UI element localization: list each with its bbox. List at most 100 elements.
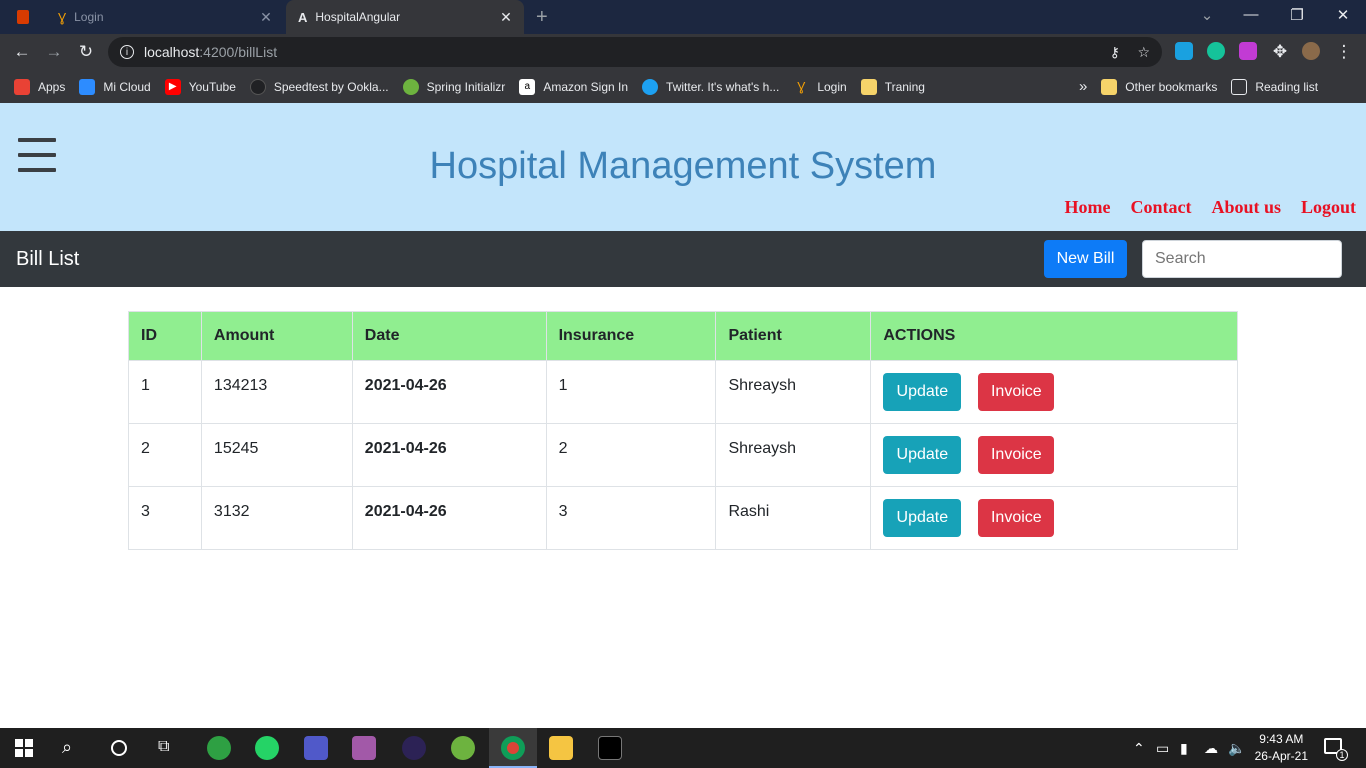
task-view-icon[interactable]: ⧉ — [158, 738, 169, 756]
tab-office[interactable] — [0, 0, 46, 34]
cell-insurance: 3 — [545, 486, 717, 550]
bookmark-mi-cloud[interactable]: Mi Cloud — [79, 78, 151, 95]
login-favicon-icon: Ɣ — [58, 9, 67, 25]
maps-app-icon[interactable] — [207, 736, 231, 760]
battery-icon[interactable]: ▮ — [1180, 740, 1188, 757]
bookmark-login[interactable]: Ɣ Login — [793, 79, 846, 95]
new-tab-button[interactable]: + — [536, 6, 548, 29]
cell-insurance: 2 — [545, 423, 717, 487]
windows-start-icon[interactable] — [15, 739, 33, 757]
search-icon[interactable]: ⌕ — [62, 737, 72, 758]
update-button[interactable]: Update — [883, 373, 962, 411]
menu-dots-icon[interactable]: ⋮ — [1332, 42, 1356, 62]
close-icon[interactable]: ✕ — [256, 9, 276, 26]
reading-list-button[interactable]: Reading list — [1231, 78, 1318, 95]
bookmark-youtube[interactable]: ▶ YouTube — [164, 78, 236, 95]
puzzle-icon[interactable]: ✥ — [1268, 42, 1292, 62]
bookmark-traning[interactable]: Traning — [860, 78, 925, 95]
search-input[interactable] — [1142, 240, 1342, 278]
page-title: Hospital Management System — [429, 145, 937, 187]
table-header-row: ID Amount Date Insurance Patient ACTIONS — [128, 311, 1238, 361]
tab-login[interactable]: Ɣ Login ✕ — [48, 0, 284, 34]
nav-logout-link[interactable]: Logout — [1301, 197, 1356, 218]
table-row: 3 3132 2021-04-26 3 Rashi Update Invoice — [128, 486, 1238, 550]
chrome-icon — [501, 736, 525, 760]
cell-date: 2021-04-26 — [351, 486, 547, 550]
reload-icon[interactable]: ↻ — [74, 42, 98, 62]
close-icon[interactable]: ✕ — [496, 9, 516, 26]
top-nav: Home Contact About us Logout — [1044, 197, 1356, 218]
chevron-double-icon: » — [1078, 78, 1088, 95]
section-title: Bill List — [16, 248, 80, 270]
column-header-id: ID — [128, 311, 202, 361]
whatsapp-icon[interactable] — [255, 736, 279, 760]
minimize-button[interactable]: — — [1228, 6, 1274, 23]
bookmarks-bar: Apps Mi Cloud ▶ YouTube Speedtest by Ookl… — [0, 70, 1366, 103]
key-icon[interactable]: ⚷ — [1110, 44, 1120, 61]
column-header-date: Date — [351, 311, 547, 361]
address-bar[interactable]: i localhost:4200/billList ⚷ ☆ — [108, 37, 1162, 67]
close-window-button[interactable]: ✕ — [1320, 6, 1366, 24]
invoice-button[interactable]: Invoice — [978, 373, 1055, 411]
eclipse-icon[interactable] — [402, 736, 426, 760]
extension-s-icon[interactable] — [1175, 42, 1193, 60]
folder-icon — [860, 78, 877, 95]
info-icon[interactable]: i — [120, 45, 134, 59]
notes-app-icon[interactable] — [352, 736, 376, 760]
star-icon[interactable]: ☆ — [1137, 44, 1150, 61]
terminal-icon[interactable] — [598, 736, 622, 760]
bookmark-spring[interactable]: Spring Initializr — [402, 78, 506, 95]
bill-list-bar: Bill List New Bill — [0, 231, 1366, 287]
bookmark-apps[interactable]: Apps — [14, 78, 65, 95]
invoice-button[interactable]: Invoice — [978, 499, 1055, 537]
tab-hospital-angular[interactable]: A HospitalAngular ✕ — [286, 0, 524, 34]
table-row: 2 15245 2021-04-26 2 Shreaysh Update Invo… — [128, 423, 1238, 487]
office-icon — [17, 10, 29, 24]
folder-icon — [1101, 78, 1118, 95]
bookmark-other[interactable]: Other bookmarks — [1101, 78, 1217, 95]
invoice-button[interactable]: Invoice — [978, 436, 1055, 474]
spring-tool-icon[interactable] — [451, 736, 475, 760]
clock-time: 9:43 AM — [1259, 732, 1304, 746]
network-icon[interactable]: ▭ — [1156, 740, 1169, 757]
bookmark-amazon[interactable]: a Amazon Sign In — [519, 78, 628, 95]
nav-about-link[interactable]: About us — [1211, 197, 1281, 218]
nav-contact-link[interactable]: Contact — [1130, 197, 1191, 218]
cell-amount: 3132 — [200, 486, 353, 550]
onedrive-cloud-icon[interactable]: ☁ — [1204, 740, 1218, 757]
cell-actions: Update Invoice — [870, 360, 1238, 424]
color-extension-icon[interactable] — [1239, 42, 1257, 60]
profile-dropdown-icon[interactable]: ⌄ — [1184, 6, 1230, 24]
bookmark-speedtest[interactable]: Speedtest by Ookla... — [249, 78, 389, 95]
cell-id: 2 — [128, 423, 202, 487]
bookmark-label: Speedtest by Ookla... — [273, 79, 389, 94]
profile-avatar[interactable] — [1302, 42, 1320, 60]
restore-button[interactable]: ❐ — [1274, 6, 1320, 24]
notification-count-badge: 1 — [1336, 749, 1348, 761]
bookmark-label: Twitter. It's what's h... — [666, 79, 780, 94]
cell-insurance: 1 — [545, 360, 717, 424]
update-button[interactable]: Update — [883, 499, 962, 537]
grammarly-icon[interactable] — [1207, 42, 1225, 60]
new-bill-button[interactable]: New Bill — [1044, 240, 1127, 278]
cortana-icon[interactable] — [111, 740, 127, 756]
url-path: :4200/billList — [199, 44, 278, 60]
column-header-patient: Patient — [715, 311, 872, 361]
update-button[interactable]: Update — [883, 436, 962, 474]
bookmark-label: Spring Initializr — [426, 79, 506, 94]
back-icon[interactable]: ← — [10, 42, 34, 62]
cell-actions: Update Invoice — [870, 423, 1238, 487]
nav-home-link[interactable]: Home — [1064, 197, 1110, 218]
bookmark-twitter[interactable]: Twitter. It's what's h... — [642, 78, 780, 95]
forward-icon[interactable]: → — [42, 42, 66, 62]
column-header-actions: ACTIONS — [870, 311, 1238, 361]
volume-icon[interactable]: 🔈 — [1228, 740, 1245, 757]
cell-amount: 15245 — [200, 423, 353, 487]
chevron-up-icon[interactable]: ⌃ — [1133, 740, 1145, 757]
browser-tab-strip: Ɣ Login ✕ A HospitalAngular ✕ + ⌄ — ❐ ✕ — [0, 0, 1366, 34]
teams-icon[interactable] — [304, 736, 328, 760]
system-clock[interactable]: 9:43 AM 26-Apr-21 — [1255, 731, 1308, 765]
reading-list-icon — [1231, 78, 1248, 95]
file-explorer-icon[interactable] — [549, 736, 573, 760]
bookmarks-overflow-button[interactable]: » — [1079, 78, 1087, 95]
